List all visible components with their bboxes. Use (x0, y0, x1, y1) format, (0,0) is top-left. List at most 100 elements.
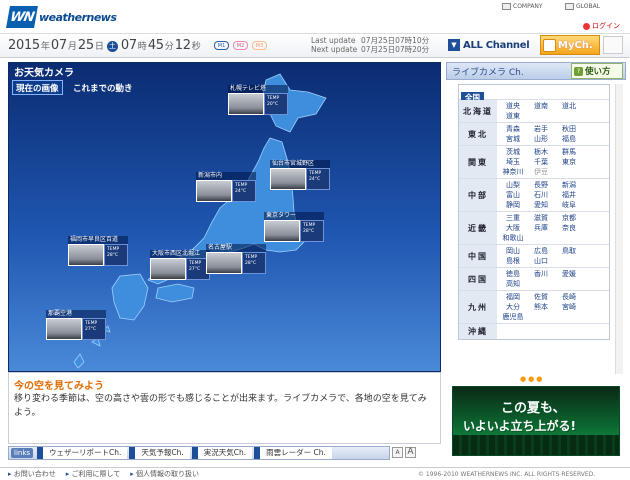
camera-thumbnail (150, 258, 186, 280)
city-link[interactable]: 島根 (499, 256, 527, 266)
city-link[interactable]: 兵庫 (527, 223, 555, 233)
global-link[interactable]: GLOBAL (565, 3, 600, 10)
camera-thumbnail (206, 252, 242, 274)
region-list: 全国 北海道 道央 道南 道北 道東 東北 青森 岩手 秋田 宮城 山形 福島 関東 茨城 栃木群… (458, 84, 610, 340)
city-link[interactable]: 愛媛 (555, 269, 583, 279)
city-link[interactable]: 広島 (527, 246, 555, 256)
camera-sendai[interactable]: 仙台市宮城野区 TEMP 24°C (270, 160, 330, 190)
camera-nagoya[interactable]: 名古屋駅 TEMP 28°C (206, 244, 266, 274)
city-link[interactable]: 石川 (527, 190, 555, 200)
city-link[interactable]: 熊本 (527, 302, 555, 312)
city-link[interactable]: 道央 (499, 101, 527, 111)
font-larger-button[interactable]: A (405, 447, 416, 458)
city-link[interactable]: 佐賀 (527, 292, 555, 302)
m1-badge[interactable]: M1 (214, 41, 229, 50)
city-link[interactable]: 道南 (527, 101, 555, 111)
carousel-dots[interactable]: ●●● (520, 375, 544, 383)
footer-terms-link[interactable]: ご利用に際して (66, 469, 121, 479)
camera-thumbnail (228, 93, 264, 115)
camera-tokyo-tower[interactable]: 東京タワー TEMP 28°C (264, 212, 324, 242)
camera-fukuoka[interactable]: 福岡市早良区百道 TEMP 28°C (68, 236, 128, 266)
city-link[interactable]: 鹿児島 (499, 312, 527, 322)
all-channel-button[interactable]: ▼ ALL Channel (448, 36, 538, 54)
tab-history[interactable]: これまでの動き (70, 80, 136, 95)
font-smaller-button[interactable]: A (392, 447, 403, 458)
city-link[interactable]: 奈良 (555, 223, 583, 233)
city-link[interactable]: 茨城 (499, 147, 527, 157)
howto-button[interactable]: ? 使い方 (571, 63, 623, 79)
camera-naha[interactable]: 那覇空港 TEMP 27°C (46, 310, 106, 340)
city-link[interactable]: 大阪 (499, 223, 527, 233)
city-link[interactable]: 福井 (555, 190, 583, 200)
banner-crowd-graphic (453, 435, 619, 455)
camera-thumbnail (270, 168, 306, 190)
city-link[interactable]: 新潟 (555, 180, 583, 190)
city-link[interactable]: 青森 (499, 124, 527, 134)
camera-sapporo[interactable]: 札幌テレビ塔 TEMP 20°C (228, 85, 288, 115)
city-link[interactable]: 福岡 (499, 292, 527, 302)
city-link[interactable]: 道東 (499, 111, 527, 121)
copyright: © 1996-2010 WEATHERNEWS INC. ALL RIGHTS … (418, 470, 596, 478)
camera-thumbnail (46, 318, 82, 340)
city-link[interactable]: 伊豆 (527, 167, 555, 177)
company-link[interactable]: COMPANY (502, 3, 543, 10)
camera-thumbnail (68, 244, 104, 266)
link-rain-radar[interactable]: 雨雲レーダー Ch. (254, 447, 332, 459)
city-link[interactable]: 徳島 (499, 269, 527, 279)
city-link[interactable]: 愛知 (527, 200, 555, 210)
city-link[interactable]: 岐阜 (555, 200, 583, 210)
camera-niigata[interactable]: 新潟市内 TEMP 24°C (196, 172, 256, 202)
city-link[interactable]: 山形 (527, 134, 555, 144)
city-link[interactable]: 宮城 (499, 134, 527, 144)
city-link[interactable]: 富山 (499, 190, 527, 200)
tab-current-image[interactable]: 現在の画像 (12, 80, 63, 95)
city-link[interactable]: 和歌山 (499, 233, 527, 243)
mych-menu-button[interactable] (603, 36, 623, 54)
weathernews-logo[interactable]: WN weathernews (6, 5, 117, 29)
city-link[interactable]: 岩手 (527, 124, 555, 134)
summer-campaign-banner[interactable]: この夏も、 いよいよ立ち上がる! (452, 386, 620, 456)
city-link[interactable]: 京都 (555, 213, 583, 223)
city-link[interactable]: 秋田 (555, 124, 583, 134)
city-link[interactable]: 高知 (499, 279, 527, 289)
map-title: お天気カメラ (14, 68, 74, 79)
footer-contact-link[interactable]: お問い合わせ (8, 469, 56, 479)
link-observations[interactable]: 実況天気Ch. (191, 447, 253, 459)
city-link[interactable]: 鳥取 (555, 246, 583, 256)
city-link[interactable]: 栃木 (527, 147, 555, 157)
login-link[interactable]: ログイン (583, 21, 620, 31)
city-link[interactable]: 山口 (527, 256, 555, 266)
banner-line-2: いよいよ立ち上がる! (463, 419, 576, 433)
globe-icon (565, 3, 574, 10)
city-link[interactable]: 道北 (555, 101, 583, 111)
city-link[interactable]: 山梨 (499, 180, 527, 190)
city-link[interactable]: 長野 (527, 180, 555, 190)
city-link[interactable]: 東京 (555, 157, 583, 167)
city-link[interactable]: 千葉 (527, 157, 555, 167)
camera-osaka[interactable]: 大阪市西区北堀江 TEMP 27°C (150, 250, 210, 280)
city-link[interactable]: 大分 (499, 302, 527, 312)
city-link[interactable]: 滋賀 (527, 213, 555, 223)
city-link[interactable]: 埼玉 (499, 157, 527, 167)
caption-text: 移り変わる季節は、空の高さや雲の形でも感じることが出来ます。ライブカメラで、各地… (14, 394, 427, 418)
city-link[interactable]: 静岡 (499, 200, 527, 210)
city-link[interactable]: 福島 (555, 134, 583, 144)
region-row-okinawa[interactable]: 沖縄 (459, 324, 609, 339)
link-forecast[interactable]: 天気予報Ch. (129, 447, 190, 459)
link-weather-report[interactable]: ウェザーリポートCh. (37, 447, 128, 459)
mych-button[interactable]: MyCh. (540, 35, 600, 55)
city-link[interactable]: 岡山 (499, 246, 527, 256)
region-row-kanto: 関東 茨城 栃木 群馬 埼玉 千葉 東京 神奈川 伊豆 (459, 146, 609, 179)
footer-privacy-link[interactable]: 個人情報の取り扱い (130, 469, 199, 479)
city-link[interactable]: 宮崎 (555, 302, 583, 312)
city-link[interactable]: 神奈川 (499, 167, 527, 177)
city-link[interactable]: 香川 (527, 269, 555, 279)
city-link[interactable]: 群馬 (555, 147, 583, 157)
city-link[interactable]: 三重 (499, 213, 527, 223)
banner-line-1: この夏も、 (501, 401, 566, 416)
m2-badge[interactable]: M2 (233, 41, 248, 50)
city-link[interactable]: 長崎 (555, 292, 583, 302)
m3-badge[interactable]: M3 (252, 41, 267, 50)
site-footer: お問い合わせ ご利用に際して 個人情報の取り扱い © 1996-2010 WEA… (0, 467, 630, 480)
scrollbar[interactable] (615, 84, 623, 374)
